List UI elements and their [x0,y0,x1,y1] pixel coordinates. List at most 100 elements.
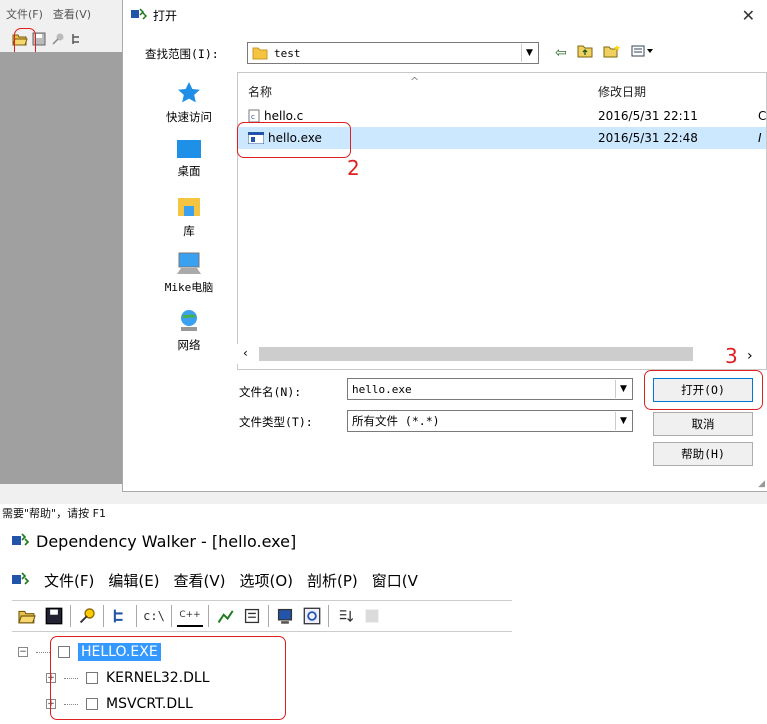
chevron-down-icon[interactable]: ▼ [521,44,537,62]
save-icon[interactable] [43,605,65,627]
help-button[interactable]: 帮助(H) [653,442,753,466]
computer-icon [141,250,237,279]
highlight-dependency-tree [50,636,286,720]
dialog-nav-toolbar: ⇦ [555,44,655,62]
column-name[interactable]: 名称 [248,83,272,100]
menu-edit[interactable]: 编辑(E) [108,570,159,591]
place-quick-access[interactable]: 快速访问 [141,80,237,125]
filename-label: 文件名(N): [239,385,302,399]
collapse-icon[interactable]: − [18,647,28,657]
scroll-thumb[interactable] [259,347,693,361]
toolbar-separator [136,605,137,627]
place-label: 网络 [177,338,201,352]
lookin-combobox[interactable]: test ▼ [247,42,539,64]
scroll-left-icon[interactable]: ‹ [243,346,248,360]
view-menu-icon[interactable] [631,45,655,61]
c-file-icon: c [248,109,260,123]
lookin-label: 查找范围(I): [145,47,219,61]
sort-icon[interactable] [334,605,356,627]
new-folder-icon[interactable] [603,44,621,62]
resize-grip-icon[interactable]: ◢ [758,479,765,489]
menu-view[interactable]: 查看(V) [53,6,91,24]
menu-profile[interactable]: 剖析(P) [307,570,358,591]
app-title: Dependency Walker - [hello.exe] [36,532,297,551]
filetype-value: 所有文件 (*.*) [352,414,440,428]
filename-value[interactable]: hello.exe [352,383,412,396]
network-globe-icon [141,308,237,337]
file-date: 2016/5/31 22:48 [598,131,698,145]
depends-app-icon[interactable] [12,571,30,590]
menu-view[interactable]: 查看(V) [174,570,226,591]
star-icon [141,80,237,109]
system-info-icon[interactable] [274,605,296,627]
pin-icon[interactable] [50,31,66,47]
file-list: 名称 ^ 修改日期 c hello.c 2016/5/31 22:11 C he… [237,72,767,370]
app-toolbar: c:\ C++ [12,600,512,632]
svg-text:c: c [251,113,255,121]
dialog-title-bar: 打开 [123,0,767,30]
search-icon[interactable] [301,605,323,627]
highlight-open-dialog-button [644,370,763,410]
step-3-label: 3 [725,344,738,368]
sort-indicator-icon: ^ [410,75,420,88]
horizontal-scrollbar[interactable]: ‹ [237,344,757,364]
place-label: Mike电脑 [164,281,214,294]
chart-icon[interactable] [214,605,236,627]
place-this-pc[interactable]: Mike电脑 [141,250,237,295]
toolbar-separator [103,605,104,627]
step-2-label: 2 [347,156,360,180]
pin-icon[interactable] [76,605,98,627]
filename-combobox[interactable]: hello.exe ▼ [347,378,633,400]
menu-file[interactable]: 文件(F) [6,6,43,24]
toolbar-separator [171,605,172,627]
folder-icon [252,46,268,60]
toolbar-separator [268,605,269,627]
toolbar-separator [70,605,71,627]
toolbar-separator [208,605,209,627]
disabled-icon [361,605,383,627]
lookin-value: test [274,46,301,60]
chevron-down-icon[interactable]: ▼ [615,380,631,398]
menu-window[interactable]: 窗口(V [372,570,418,591]
background-toolbar [0,28,85,50]
scroll-right-icon[interactable]: › [747,348,753,364]
tree-connector [36,651,50,653]
filetype-label: 文件类型(T): [239,415,313,429]
menu-file[interactable]: 文件(F) [44,570,94,591]
properties-icon[interactable] [241,605,263,627]
library-icon [141,194,237,223]
module-tree-icon[interactable] [109,605,131,627]
close-icon[interactable]: ✕ [742,6,755,25]
open-folder-icon[interactable] [16,605,38,627]
depends-app-icon [131,7,148,23]
open-dialog: 打开 ✕ 查找范围(I): test ▼ ⇦ 快速访问 桌面 库 Mike电脑 … [122,0,767,492]
up-folder-icon[interactable] [577,44,593,62]
place-label: 快速访问 [166,110,212,124]
file-name: hello.c [264,109,304,123]
place-library[interactable]: 库 [141,194,237,239]
filetype-combobox[interactable]: 所有文件 (*.*) ▼ [347,410,633,432]
file-extra: C [758,109,767,123]
column-date[interactable]: 修改日期 [598,83,646,100]
chevron-down-icon[interactable]: ▼ [615,412,631,430]
depends-app-icon [12,532,30,551]
menu-options[interactable]: 选项(O) [240,570,294,591]
highlight-hello-exe [237,122,351,158]
undecorate-cpp-button[interactable]: C++ [177,605,203,627]
app-title-bar: Dependency Walker - [hello.exe] [12,532,296,551]
place-network[interactable]: 网络 [141,308,237,353]
place-label: 库 [183,224,195,238]
full-paths-button[interactable]: c:\ [142,605,166,627]
file-date: 2016/5/31 22:11 [598,109,698,123]
background-menu-bar: 文件(F) 查看(V) [0,0,91,24]
place-label: 桌面 [177,164,201,178]
back-arrow-icon[interactable]: ⇦ [555,45,567,61]
places-bar: 快速访问 桌面 库 Mike电脑 网络 [141,76,237,376]
dialog-title: 打开 [153,8,178,23]
cancel-button[interactable]: 取消 [653,412,753,436]
file-extra: I [758,131,762,145]
place-desktop[interactable]: 桌面 [141,138,237,179]
tree-icon[interactable] [69,31,85,47]
mdi-client-area [0,52,122,484]
desktop-icon [141,138,237,163]
